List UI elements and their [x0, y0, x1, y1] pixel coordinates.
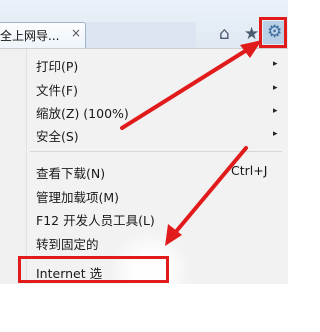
arrow-to-gear [120, 46, 252, 130]
arrow-to-internet-options [172, 146, 248, 236]
arrow-to-gear-head [240, 40, 262, 58]
annotation-arrows [120, 40, 262, 246]
menu-bottom-area [170, 311, 288, 332]
